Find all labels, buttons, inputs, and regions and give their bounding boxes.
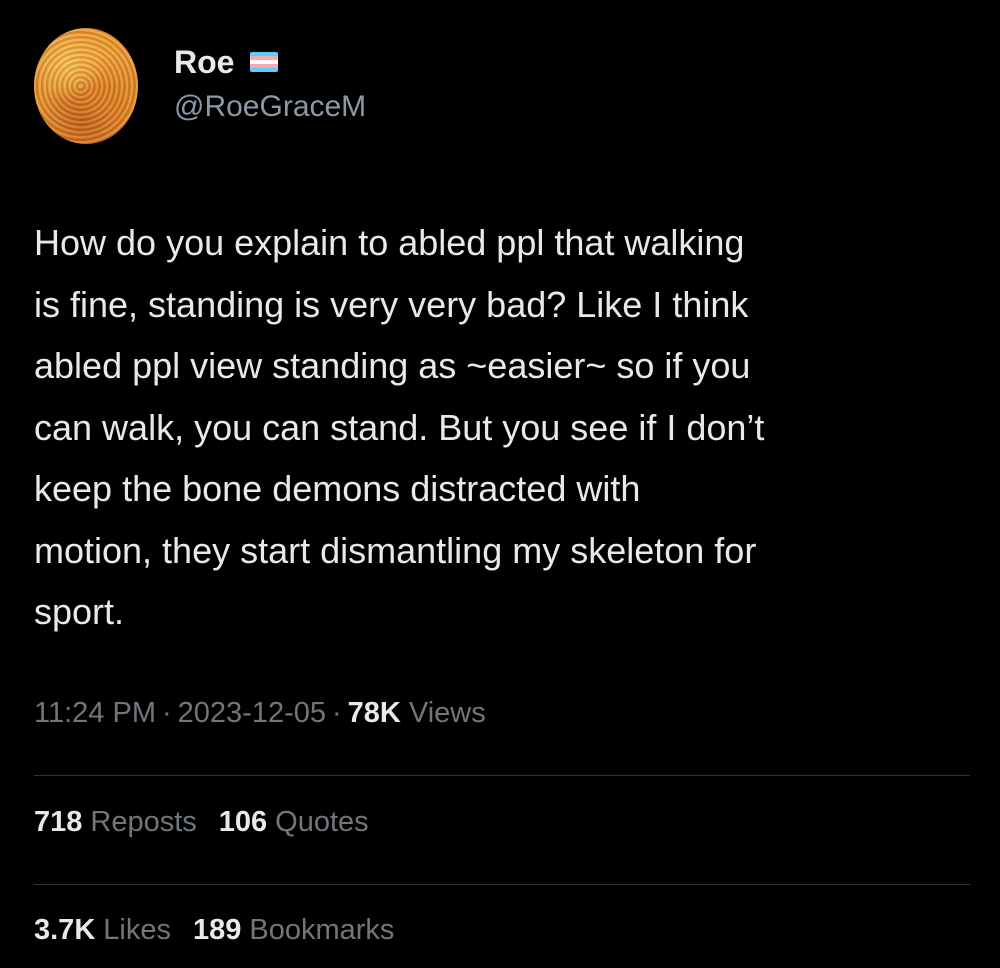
- likes-label: Likes: [103, 914, 171, 946]
- quotes-count: 106: [218, 806, 268, 838]
- reposts-label: Reposts: [90, 806, 197, 838]
- views-count: 78K: [347, 697, 401, 729]
- divider: [34, 884, 970, 885]
- views-label: Views: [408, 697, 486, 729]
- engagement-stats-row-1: 718 Reposts 106 Quotes: [34, 806, 391, 839]
- bookmarks-label: Bookmarks: [249, 914, 395, 946]
- likes-count: 3.7K: [34, 914, 96, 946]
- trans-flag-icon: [250, 52, 279, 72]
- avatar[interactable]: [34, 28, 138, 144]
- quotes-label: Quotes: [275, 806, 369, 838]
- likes-stat[interactable]: 3.7K Likes: [34, 914, 171, 947]
- bookmarks-stat[interactable]: 189 Bookmarks: [193, 914, 394, 947]
- tweet-text: How do you explain to abled ppl that wal…: [34, 222, 765, 632]
- engagement-stats-row-2: 3.7K Likes 189 Bookmarks: [34, 914, 416, 947]
- tweet-card: Roe @RoeGraceM How do you explain to abl…: [0, 0, 1000, 968]
- tweet-time[interactable]: 11:24 PM: [34, 697, 156, 730]
- meta-separator: ·: [161, 697, 172, 729]
- display-name-row: Roe: [174, 42, 366, 82]
- meta-separator: ·: [332, 697, 342, 729]
- user-handle[interactable]: @RoeGraceM: [174, 90, 366, 124]
- tweet-meta: 11:24 PM · 2023-12-05 · 78K Views: [34, 697, 486, 730]
- divider: [34, 775, 970, 776]
- reposts-stat[interactable]: 718 Reposts: [34, 806, 197, 839]
- quotes-stat[interactable]: 106 Quotes: [219, 806, 369, 839]
- tweet-header: Roe @RoeGraceM: [34, 28, 366, 148]
- user-names: Roe @RoeGraceM: [174, 42, 366, 124]
- tweet-date[interactable]: 2023-12-05: [178, 697, 326, 730]
- bookmarks-count: 189: [192, 914, 242, 946]
- reposts-count: 718: [34, 806, 83, 838]
- display-name[interactable]: Roe: [174, 44, 234, 81]
